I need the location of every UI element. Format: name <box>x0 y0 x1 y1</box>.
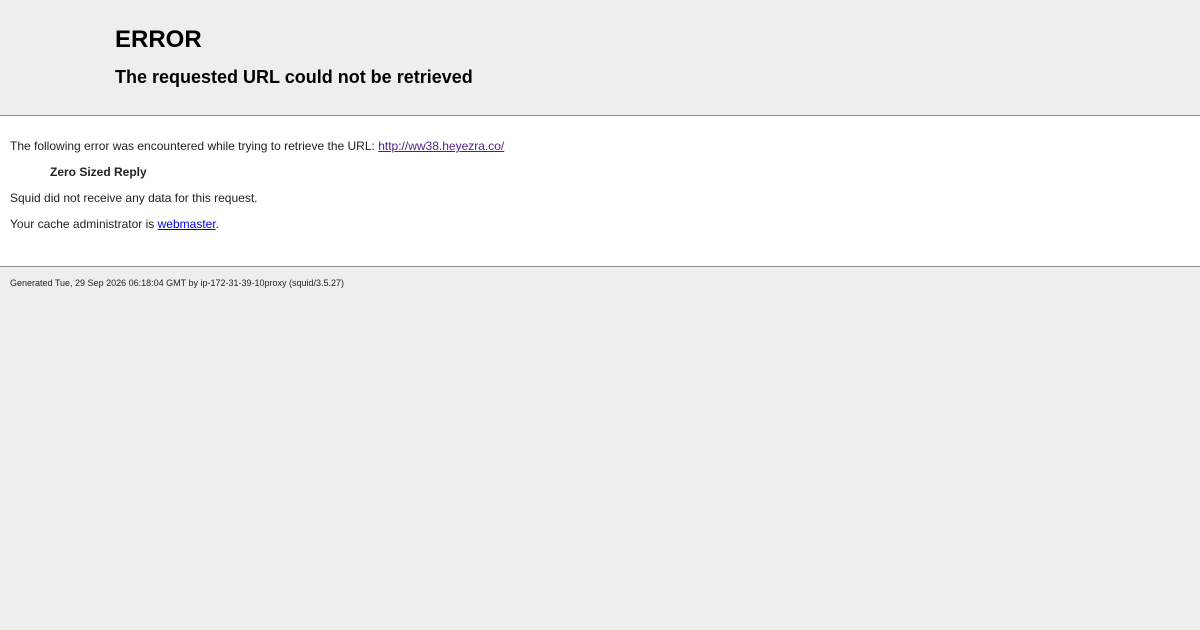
requested-url-link[interactable]: http://ww38.heyezra.co/ <box>378 139 504 153</box>
error-title: ERROR <box>115 26 202 53</box>
admin-suffix: . <box>215 217 220 231</box>
error-name: Zero Sized Reply <box>50 165 147 179</box>
error-header: ERROR The requested URL could not be ret… <box>0 0 1200 116</box>
error-description: Squid did not receive any data for this … <box>10 191 258 205</box>
error-subtitle: The requested URL could not be retrieved <box>115 67 473 87</box>
intro-text: The following error was encountered whil… <box>10 139 379 153</box>
webmaster-link[interactable]: webmaster <box>158 217 216 231</box>
admin-paragraph: Your cache administrator is webmaster. <box>10 216 1190 232</box>
intro-paragraph: The following error was encountered whil… <box>10 138 1190 154</box>
error-content: The following error was encountered whil… <box>0 116 1200 267</box>
footer: Generated Tue, 29 Sep 2026 06:18:04 GMT … <box>0 267 1200 289</box>
admin-text: Your cache administrator is <box>10 217 158 231</box>
generated-text: Generated Tue, 29 Sep 2026 06:18:04 GMT … <box>10 278 345 288</box>
